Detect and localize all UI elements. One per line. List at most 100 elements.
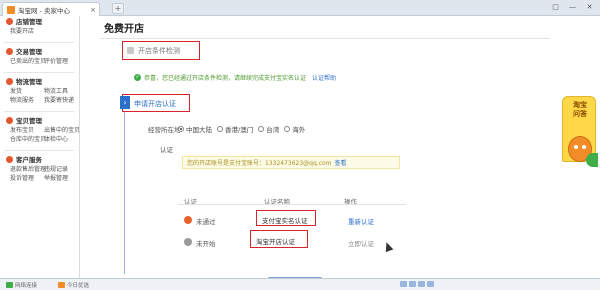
nav-group-title: 交易管理: [16, 48, 42, 56]
radio-button[interactable]: [258, 126, 265, 132]
status-text: 今日优选: [67, 283, 90, 289]
page-title: 免费开店: [104, 24, 144, 35]
view-link[interactable]: 查看: [335, 158, 347, 167]
check-icon: ✓: [134, 74, 141, 81]
nav-link-logistics-service[interactable]: 物流服务: [10, 95, 44, 104]
items-icon: [6, 116, 13, 124]
browser-tab-bar: 淘宝网 - 卖家中心 × + □ — ✕: [0, 0, 600, 16]
browser-status-bar: 网络连接 今日优选: [0, 278, 600, 290]
nav-link-send-express[interactable]: 我要寄快递: [44, 95, 78, 104]
location-option-mainland[interactable]: 中国大陆: [178, 124, 212, 134]
close-tab-icon[interactable]: ×: [90, 6, 96, 14]
mascot-eye: [582, 145, 586, 149]
nav-link-complaints[interactable]: 投诉管理: [10, 173, 44, 182]
nav-divider: [4, 72, 74, 73]
nav-link-reviews[interactable]: 评价管理: [44, 56, 78, 65]
nav-group-title: 宝贝管理: [16, 117, 42, 125]
zoom-icon[interactable]: [409, 281, 416, 287]
settings-icon[interactable]: [427, 281, 434, 287]
step2-title: 申请开店认证: [134, 100, 176, 108]
nav-group-header[interactable]: 客户服务: [0, 154, 80, 164]
step1-success-note: ✓ 恭喜，您已经通过开店条件检测，请继续完成支付宝实名认证 认证帮助: [134, 73, 336, 82]
status-text: 网络连接: [15, 283, 38, 289]
table-header-divider: [178, 204, 406, 205]
step-arrow-icon: ›: [120, 96, 130, 109]
window-controls: □ — ✕: [549, 2, 596, 13]
nav-link-publish-item[interactable]: 发布宝贝: [10, 125, 44, 134]
nav-group-shop: 店铺管理 我要开店: [0, 16, 80, 35]
pending-status-icon: [184, 238, 192, 246]
row-status: 未通过: [196, 218, 216, 226]
nav-link-items-on-sale[interactable]: 出售中的宝贝: [44, 125, 80, 134]
radio-button[interactable]: [217, 126, 223, 132]
nav-link-logistics-tools[interactable]: 物流工具: [44, 86, 78, 95]
failed-status-icon: [184, 216, 192, 224]
main-content: 免费开店 开店条件检测 ✓ 恭喜，您已经通过开店条件检测，请继续完成支付宝实名认…: [100, 16, 550, 280]
nav-link-violations[interactable]: 违规记录: [44, 164, 78, 173]
nav-link-checkup-center[interactable]: 体检中心: [44, 134, 78, 143]
close-window-button[interactable]: ✕: [583, 2, 596, 13]
minimize-button[interactable]: —: [566, 2, 579, 13]
step1-note-text: 恭喜，您已经通过开店条件检测，请继续完成支付宝实名认证: [144, 75, 307, 82]
location-option-taiwan[interactable]: 台湾: [258, 124, 279, 134]
nav-divider: [4, 111, 74, 112]
nav-group-header[interactable]: 物流管理: [0, 76, 80, 86]
nav-link-ship[interactable]: 发货: [10, 86, 44, 95]
step-marker-icon: [127, 47, 134, 54]
nav-group-title: 客户服务: [16, 156, 42, 164]
maximize-button[interactable]: □: [549, 2, 562, 13]
nav-group-header[interactable]: 交易管理: [0, 46, 80, 56]
nav-link-sold-items[interactable]: 已卖出的宝贝: [10, 56, 46, 65]
row-status: 未开始: [196, 240, 216, 248]
location-radio-group: 中国大陆 香港/澳门 台湾 海外: [178, 124, 305, 134]
logistics-icon: [6, 77, 13, 85]
start-auth-link[interactable]: 立即认证: [348, 238, 374, 248]
nav-group-logistics: 物流管理 发货 物流工具 物流服务 我要寄快递: [0, 76, 80, 104]
row-auth-name: 支付宝实名认证: [262, 217, 308, 225]
reauth-link[interactable]: 重新认证: [348, 216, 374, 226]
step-timeline: [124, 112, 125, 274]
status-item-picks[interactable]: 今日优选: [58, 281, 89, 289]
nav-group-header[interactable]: 宝贝管理: [0, 115, 80, 125]
notice-text: 您的开店账号是支付宝账号：1332473623@qq.com: [187, 160, 332, 167]
radio-label: 中国大陆: [186, 126, 212, 134]
title-divider: [100, 38, 550, 39]
auth-help-link[interactable]: 认证帮助: [312, 73, 336, 82]
radio-label: 香港/澳门: [225, 126, 254, 134]
nav-group-header[interactable]: 店铺管理: [0, 16, 80, 26]
location-label: 经营所在地: [148, 126, 181, 134]
row-auth-name: 淘宝开店认证: [256, 238, 295, 246]
taobao-favicon-icon: [7, 5, 15, 14]
status-tool-icons: [400, 281, 434, 287]
nav-group-items: 宝贝管理 发布宝贝 出售中的宝贝 仓库中的宝贝 体检中心: [0, 115, 80, 143]
location-option-hk-macau[interactable]: 香港/澳门: [217, 124, 253, 134]
step1-title: 开店条件检测: [138, 47, 180, 55]
browser-tab[interactable]: 淘宝网 - 卖家中心 ×: [2, 2, 100, 16]
radio-label: 台湾: [266, 126, 280, 134]
tab-title: 淘宝网 - 卖家中心: [18, 6, 70, 15]
radio-label: 海外: [292, 126, 306, 134]
status-item-network[interactable]: 网络连接: [6, 281, 37, 289]
mouse-cursor-icon: [382, 240, 394, 253]
nav-link-refunds[interactable]: 退款售后管理: [10, 164, 46, 173]
side-panel-toggle-icon[interactable]: [586, 153, 598, 167]
radio-button[interactable]: [178, 126, 184, 132]
new-tab-button[interactable]: +: [112, 3, 124, 14]
nav-link-reports[interactable]: 举报管理: [44, 173, 78, 182]
nav-link-open-shop[interactable]: 我要开店: [10, 26, 44, 35]
nav-divider: [4, 42, 74, 43]
account-notice: 您的开店账号是支付宝账号：1332473623@qq.com 查看: [182, 156, 400, 169]
picks-icon: [58, 282, 65, 288]
mascot-eye: [574, 145, 578, 149]
nav-group-title: 物流管理: [16, 78, 42, 86]
customer-service-icon: [6, 155, 13, 163]
shop-icon: [6, 17, 13, 25]
sound-icon[interactable]: [418, 281, 425, 287]
location-option-overseas[interactable]: 海外: [284, 124, 305, 134]
nav-link-warehouse-items[interactable]: 仓库中的宝贝: [10, 134, 46, 143]
nav-group-title: 店铺管理: [16, 18, 42, 26]
download-icon[interactable]: [400, 281, 407, 287]
radio-button[interactable]: [284, 126, 291, 132]
nav-divider: [4, 150, 74, 151]
trade-icon: [6, 47, 13, 55]
